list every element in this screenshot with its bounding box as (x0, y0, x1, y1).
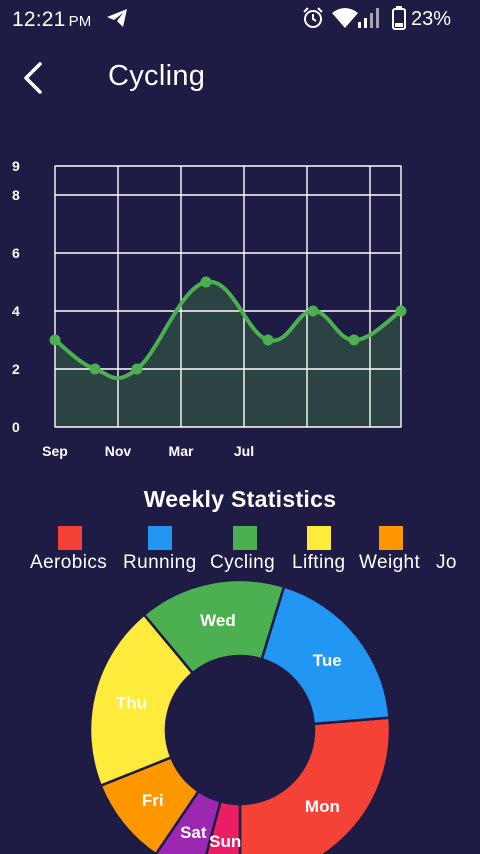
battery-icon (392, 6, 406, 30)
page-title: Cycling (108, 60, 206, 92)
status-time: 12:21 PM (12, 8, 91, 32)
chart-area-fill (55, 281, 401, 427)
x-tick-label: Sep (42, 443, 68, 459)
donut-label-mon: Mon (305, 797, 340, 816)
signal-icon (358, 8, 379, 28)
legend-swatch-running (148, 526, 172, 550)
y-tick-label: 4 (12, 303, 20, 319)
legend-swatch-cycling (233, 526, 257, 550)
donut-label-sat: Sat (180, 823, 207, 842)
donut-label-tue: Tue (313, 651, 342, 670)
legend-label-cycling: Cycling (210, 552, 276, 573)
app-bar: Cycling (0, 48, 480, 108)
x-tick-label: Mar (169, 443, 194, 459)
chart-data-point (307, 305, 319, 317)
chart-data-point (262, 334, 274, 346)
y-tick-label: 9 (12, 158, 20, 174)
chart-data-point (131, 363, 143, 375)
x-tick-label: Jul (234, 443, 254, 459)
legend-swatch-weight (379, 526, 403, 550)
chart-data-point (200, 276, 212, 288)
y-tick-label: 0 (12, 419, 20, 435)
legend-label-aerobics: Aerobics (30, 552, 108, 573)
alarm-icon (303, 7, 323, 28)
status-bar: 12:21 PM 23% (0, 0, 480, 38)
chart-data-point (49, 334, 61, 346)
donut-label-thu: Thu (116, 694, 147, 713)
weekly-legend: Aerobics Running Cycling Lifting Weight … (0, 524, 480, 574)
legend-swatch-lifting (307, 526, 331, 550)
legend-label-running: Running (123, 552, 197, 573)
status-time-value: 12:21 (12, 8, 66, 31)
legend-label-jo: Jo (436, 552, 457, 573)
chart-data-point (348, 334, 360, 346)
donut-label-wed: Wed (200, 611, 236, 630)
status-time-ampm: PM (68, 13, 92, 30)
weekly-donut-chart: Mon Tue Wed Thu Fri Sat Sun (88, 578, 392, 854)
back-button[interactable] (14, 58, 54, 98)
chart-data-point (395, 305, 407, 317)
y-tick-label: 6 (12, 245, 20, 261)
legend-swatch-aerobics (58, 526, 82, 550)
weekly-statistics-title: Weekly Statistics (143, 486, 337, 512)
donut-label-fri: Fri (142, 791, 164, 810)
legend-label-weight: Weight (359, 552, 421, 573)
telegram-icon (107, 9, 127, 27)
x-tick-label: Nov (105, 443, 132, 459)
battery-percentage: 23% (411, 8, 452, 30)
wifi-icon (332, 8, 358, 28)
y-tick-label: 8 (12, 187, 20, 203)
donut-hole (167, 657, 313, 803)
chart-data-point (89, 363, 101, 375)
legend-label-lifting: Lifting (292, 552, 346, 573)
cycling-line-chart: 0 2 4 6 8 9 Sep Nov Mar Jul (12, 158, 407, 459)
back-arrow-icon (24, 62, 42, 94)
donut-label-sun: Sun (209, 832, 241, 851)
y-tick-label: 2 (12, 361, 20, 377)
